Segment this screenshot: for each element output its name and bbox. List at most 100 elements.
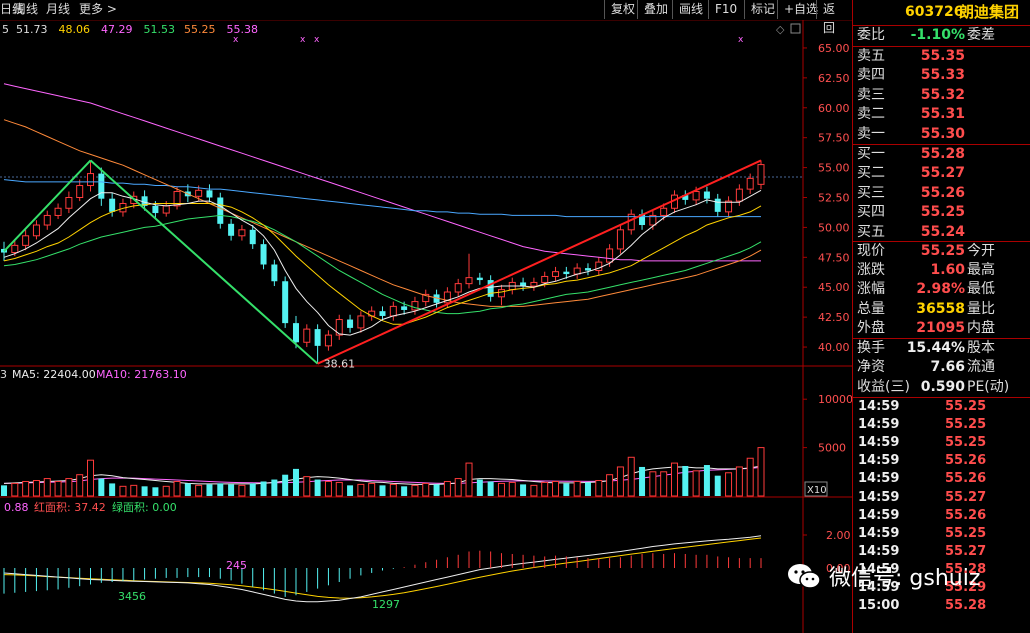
- bid-row: 买二 55.27: [853, 164, 1030, 183]
- quote-label-right: 最低: [967, 281, 995, 298]
- stock-header: 603726 朗迪集团: [853, 0, 1030, 24]
- tab-weekly[interactable]: 周线: [14, 0, 38, 19]
- wechat-watermark: 微信号: gshuiz: [786, 560, 980, 600]
- bid-label: 买四: [857, 204, 885, 221]
- volume-bar-down: [260, 481, 267, 496]
- macd-legend-green: 绿面积: 0.00: [112, 500, 177, 514]
- signal-marker: x: [738, 35, 744, 45]
- stat-value: 7.66: [930, 359, 965, 376]
- candle-up: [692, 191, 700, 201]
- bid-price: 55.24: [920, 223, 965, 240]
- candle-down: [152, 205, 159, 214]
- fuquan-button[interactable]: 复权: [604, 0, 641, 19]
- volume-bar-up: [670, 462, 678, 497]
- candle-up: [465, 277, 473, 285]
- bid-label: 买五: [857, 223, 885, 240]
- volume-bar-up: [87, 459, 95, 497]
- volume-bar-up: [303, 476, 311, 497]
- price-axis-label: 40.00: [818, 341, 850, 354]
- bid-row: 买一 55.28: [853, 145, 1030, 164]
- tick-row: 14:59 55.25: [853, 434, 1030, 452]
- stat-row: 换手 15.44% 股本: [853, 339, 1030, 358]
- volume-bar-up: [11, 482, 19, 497]
- volume-bar-up: [725, 472, 733, 497]
- stat-label-right: PE(动): [967, 378, 1010, 395]
- volume-bar-up: [541, 481, 549, 497]
- weibi-label: 委比: [857, 27, 885, 43]
- volume-bar-up: [465, 462, 473, 497]
- draw-line-button[interactable]: 画线: [672, 0, 709, 19]
- price-axis-label: 45.00: [818, 281, 850, 294]
- mark-button[interactable]: 标记: [744, 0, 781, 19]
- volume-axis-label: 5000: [818, 442, 846, 455]
- signal-marker: x: [314, 35, 320, 45]
- ask-price: 55.35: [920, 48, 965, 64]
- stat-label-right: 股本: [967, 340, 995, 356]
- trendline-up-red: [317, 159, 762, 365]
- candle-up: [552, 271, 560, 277]
- candle-down: [271, 264, 278, 282]
- price-axis-label: 52.50: [818, 192, 850, 205]
- kline-chart[interactable]: 65.00 62.50 60.00 57.50 55.00 52.50 50.00 47.50…: [0, 20, 852, 633]
- volume-bar-down: [520, 484, 527, 496]
- candle-down: [282, 281, 289, 324]
- candle-down: [98, 173, 105, 199]
- price-axis-label: 55.00: [818, 162, 850, 175]
- ma-legend-value: 51.53: [144, 23, 176, 36]
- volume-bar-down: [228, 484, 235, 496]
- quote-label-right: 最高: [967, 262, 995, 279]
- volume-bar-up: [660, 471, 668, 497]
- candle-up: [11, 244, 19, 254]
- candle-up: [54, 207, 62, 216]
- tick-row: 14:59 55.25: [853, 398, 1030, 416]
- volume-bar-up: [735, 466, 743, 497]
- volume-bar-down: [1, 485, 7, 496]
- tick-price: 55.25: [945, 525, 987, 541]
- macd-label-c: 1297: [372, 598, 400, 611]
- ask-row: 卖二 55.31: [853, 105, 1030, 124]
- quote-label-right: 量比: [967, 300, 995, 317]
- volume-bar-down: [682, 465, 689, 496]
- tab-more[interactable]: 更多 >: [79, 0, 117, 19]
- chart-toolbar: 日线 周线 月线 更多 > 复权 叠加 画线 F10 标记 +自选 返回: [0, 0, 852, 35]
- volume-bar-up: [357, 483, 365, 497]
- volume-bar-down: [271, 479, 278, 496]
- overlay-button[interactable]: 叠加: [637, 0, 674, 19]
- volume-axis-label: 10000: [818, 393, 852, 406]
- tab-monthly[interactable]: 月线: [46, 0, 70, 19]
- candle-up: [497, 289, 505, 298]
- price-axis-label: 57.50: [818, 132, 850, 145]
- ask-price: 55.30: [920, 125, 965, 142]
- quote-label: 现价: [857, 243, 885, 259]
- bid-label: 买二: [857, 165, 885, 182]
- candle-up: [324, 334, 332, 347]
- candle-down: [109, 198, 116, 212]
- tick-row: 14:59 55.26: [853, 507, 1030, 525]
- bid-price: 55.28: [920, 146, 965, 162]
- volume-bar-down: [98, 478, 105, 496]
- quote-label: 涨跌: [857, 262, 885, 279]
- volume-bar-down: [282, 474, 289, 496]
- volume-bar-down: [487, 481, 494, 496]
- volume-bar-up: [130, 484, 138, 497]
- candle-up: [606, 248, 614, 263]
- candle-up: [22, 235, 30, 246]
- volume-legend-ma5: MA5: 22404.00: [12, 368, 96, 381]
- stat-row: 收益(三) 0.590 PE(动): [853, 378, 1030, 397]
- quote-row: 现价 55.25 今开: [853, 242, 1030, 261]
- volume-legend-prefix: 3: [0, 368, 7, 381]
- volume-bar-up: [76, 474, 84, 497]
- tick-price: 55.27: [945, 543, 987, 559]
- candle-down: [563, 271, 570, 275]
- tick-row: 14:59 55.26: [853, 452, 1030, 470]
- back-button[interactable]: 返回: [816, 0, 852, 35]
- candle-down: [401, 306, 408, 310]
- kline-chart-area[interactable]: 65.00 62.50 60.00 57.50 55.00 52.50 50.00 47.50…: [0, 20, 852, 633]
- f10-button[interactable]: F10: [708, 0, 743, 19]
- ask-price: 55.33: [920, 67, 965, 84]
- candle-up: [411, 301, 419, 311]
- candle-up: [162, 205, 170, 214]
- tick-time: 14:59: [858, 435, 900, 451]
- volume-unit-label: X10: [807, 485, 827, 496]
- ask-label: 卖二: [857, 106, 885, 123]
